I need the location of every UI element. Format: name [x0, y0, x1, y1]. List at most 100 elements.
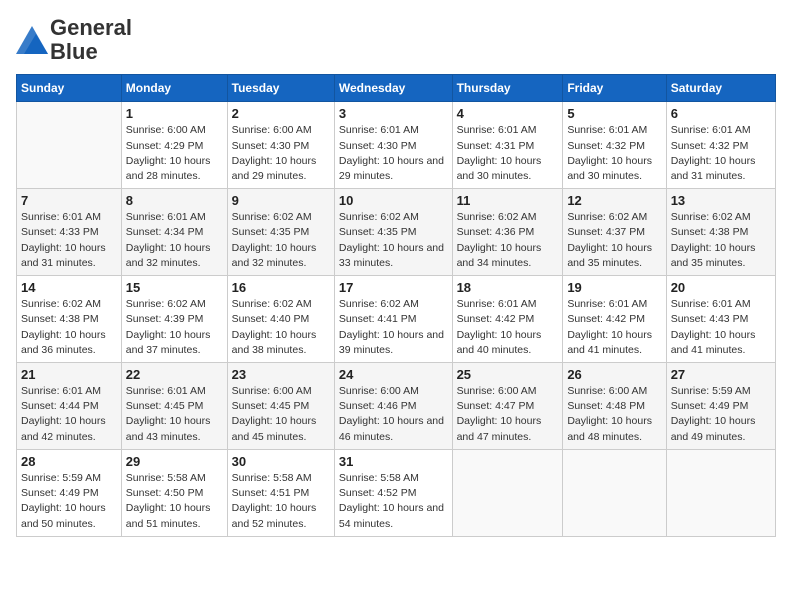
calendar-cell: 1Sunrise: 6:00 AMSunset: 4:29 PMDaylight… [121, 102, 227, 189]
calendar-cell: 29 Sunrise: 5:58 AMSunset: 4:50 PMDayligh… [121, 449, 227, 536]
logo: General Blue [16, 16, 132, 64]
calendar-cell: 21 Sunrise: 6:01 AMSunset: 4:44 PMDayligh… [17, 363, 122, 450]
header-thursday: Thursday [452, 75, 563, 102]
calendar-week-row: 14 Sunrise: 6:02 AMSunset: 4:38 PMDayligh… [17, 276, 776, 363]
calendar-cell: 3Sunrise: 6:01 AMSunset: 4:30 PMDaylight… [334, 102, 452, 189]
day-number: 8 [126, 193, 223, 208]
header-sunday: Sunday [17, 75, 122, 102]
page-header: General Blue [16, 16, 776, 64]
calendar-cell: 30 Sunrise: 5:58 AMSunset: 4:51 PMDayligh… [227, 449, 334, 536]
calendar-cell [452, 449, 563, 536]
calendar-cell: 10 Sunrise: 6:02 AMSunset: 4:35 PMDayligh… [334, 189, 452, 276]
day-info: Sunrise: 6:02 AMSunset: 4:35 PMDaylight:… [339, 210, 448, 271]
day-info: Sunrise: 6:01 AMSunset: 4:42 PMDaylight:… [457, 297, 559, 358]
calendar-cell: 19 Sunrise: 6:01 AMSunset: 4:42 PMDayligh… [563, 276, 666, 363]
day-number: 6 [671, 106, 771, 121]
calendar-cell [666, 449, 775, 536]
day-number: 17 [339, 280, 448, 295]
day-number: 13 [671, 193, 771, 208]
calendar-cell: 11 Sunrise: 6:02 AMSunset: 4:36 PMDayligh… [452, 189, 563, 276]
day-number: 22 [126, 367, 223, 382]
calendar-cell: 28 Sunrise: 5:59 AMSunset: 4:49 PMDayligh… [17, 449, 122, 536]
header-wednesday: Wednesday [334, 75, 452, 102]
day-info: Sunrise: 5:59 AMSunset: 4:49 PMDaylight:… [671, 384, 771, 445]
day-number: 30 [232, 454, 330, 469]
day-info: Sunrise: 6:02 AMSunset: 4:38 PMDaylight:… [21, 297, 117, 358]
calendar-cell: 7 Sunrise: 6:01 AMSunset: 4:33 PMDaylight… [17, 189, 122, 276]
day-number: 11 [457, 193, 559, 208]
calendar-cell: 8 Sunrise: 6:01 AMSunset: 4:34 PMDaylight… [121, 189, 227, 276]
day-number: 27 [671, 367, 771, 382]
calendar-cell: 18 Sunrise: 6:01 AMSunset: 4:42 PMDayligh… [452, 276, 563, 363]
calendar-week-row: 21 Sunrise: 6:01 AMSunset: 4:44 PMDayligh… [17, 363, 776, 450]
calendar-cell: 9 Sunrise: 6:02 AMSunset: 4:35 PMDaylight… [227, 189, 334, 276]
day-number: 10 [339, 193, 448, 208]
day-number: 25 [457, 367, 559, 382]
day-info: Sunrise: 5:58 AMSunset: 4:50 PMDaylight:… [126, 471, 223, 532]
calendar-header-row: SundayMondayTuesdayWednesdayThursdayFrid… [17, 75, 776, 102]
day-info: Sunrise: 6:02 AMSunset: 4:38 PMDaylight:… [671, 210, 771, 271]
day-info: Sunrise: 6:02 AMSunset: 4:35 PMDaylight:… [232, 210, 330, 271]
day-info: Sunrise: 6:01 AMSunset: 4:32 PMDaylight:… [567, 123, 661, 184]
calendar-cell: 12 Sunrise: 6:02 AMSunset: 4:37 PMDayligh… [563, 189, 666, 276]
day-number: 5 [567, 106, 661, 121]
calendar-cell: 14 Sunrise: 6:02 AMSunset: 4:38 PMDayligh… [17, 276, 122, 363]
logo-icon [16, 26, 48, 54]
day-info: Sunrise: 6:00 AMSunset: 4:48 PMDaylight:… [567, 384, 661, 445]
calendar-cell: 2 Sunrise: 6:00 AMSunset: 4:30 PMDaylight… [227, 102, 334, 189]
day-info: Sunrise: 6:01 AMSunset: 4:32 PMDaylight:… [671, 123, 771, 184]
calendar-week-row: 1Sunrise: 6:00 AMSunset: 4:29 PMDaylight… [17, 102, 776, 189]
calendar-week-row: 28 Sunrise: 5:59 AMSunset: 4:49 PMDayligh… [17, 449, 776, 536]
calendar-cell: 24 Sunrise: 6:00 AMSunset: 4:46 PMDayligh… [334, 363, 452, 450]
day-info: Sunrise: 6:01 AMSunset: 4:43 PMDaylight:… [671, 297, 771, 358]
day-number: 21 [21, 367, 117, 382]
calendar-table: SundayMondayTuesdayWednesdayThursdayFrid… [16, 74, 776, 536]
day-number: 1 [126, 106, 223, 121]
day-info: Sunrise: 6:00 AMSunset: 4:45 PMDaylight:… [232, 384, 330, 445]
calendar-cell: 20 Sunrise: 6:01 AMSunset: 4:43 PMDayligh… [666, 276, 775, 363]
day-number: 26 [567, 367, 661, 382]
day-info: Sunrise: 6:00 AMSunset: 4:47 PMDaylight:… [457, 384, 559, 445]
calendar-cell: 5 Sunrise: 6:01 AMSunset: 4:32 PMDaylight… [563, 102, 666, 189]
day-info: Sunrise: 6:01 AMSunset: 4:44 PMDaylight:… [21, 384, 117, 445]
day-info: Sunrise: 6:02 AMSunset: 4:39 PMDaylight:… [126, 297, 223, 358]
day-number: 9 [232, 193, 330, 208]
day-number: 31 [339, 454, 448, 469]
day-info: Sunrise: 6:02 AMSunset: 4:36 PMDaylight:… [457, 210, 559, 271]
day-info: Sunrise: 6:01 AMSunset: 4:30 PMDaylight:… [339, 123, 448, 184]
day-info: Sunrise: 6:01 AMSunset: 4:31 PMDaylight:… [457, 123, 559, 184]
day-number: 15 [126, 280, 223, 295]
day-info: Sunrise: 6:00 AMSunset: 4:30 PMDaylight:… [232, 123, 330, 184]
calendar-cell: 13 Sunrise: 6:02 AMSunset: 4:38 PMDayligh… [666, 189, 775, 276]
day-number: 14 [21, 280, 117, 295]
day-info: Sunrise: 6:00 AMSunset: 4:46 PMDaylight:… [339, 384, 448, 445]
day-number: 18 [457, 280, 559, 295]
day-info: Sunrise: 6:01 AMSunset: 4:33 PMDaylight:… [21, 210, 117, 271]
calendar-cell: 6 Sunrise: 6:01 AMSunset: 4:32 PMDaylight… [666, 102, 775, 189]
day-info: Sunrise: 6:01 AMSunset: 4:45 PMDaylight:… [126, 384, 223, 445]
calendar-cell: 26 Sunrise: 6:00 AMSunset: 4:48 PMDayligh… [563, 363, 666, 450]
day-info: Sunrise: 6:01 AMSunset: 4:34 PMDaylight:… [126, 210, 223, 271]
day-info: Sunrise: 5:58 AMSunset: 4:52 PMDaylight:… [339, 471, 448, 532]
header-friday: Friday [563, 75, 666, 102]
day-number: 19 [567, 280, 661, 295]
header-tuesday: Tuesday [227, 75, 334, 102]
day-number: 2 [232, 106, 330, 121]
day-info: Sunrise: 6:02 AMSunset: 4:37 PMDaylight:… [567, 210, 661, 271]
day-number: 16 [232, 280, 330, 295]
calendar-cell: 27 Sunrise: 5:59 AMSunset: 4:49 PMDayligh… [666, 363, 775, 450]
calendar-cell: 16 Sunrise: 6:02 AMSunset: 4:40 PMDayligh… [227, 276, 334, 363]
calendar-cell: 15 Sunrise: 6:02 AMSunset: 4:39 PMDayligh… [121, 276, 227, 363]
day-info: Sunrise: 5:59 AMSunset: 4:49 PMDaylight:… [21, 471, 117, 532]
header-saturday: Saturday [666, 75, 775, 102]
day-number: 20 [671, 280, 771, 295]
day-number: 7 [21, 193, 117, 208]
day-info: Sunrise: 6:01 AMSunset: 4:42 PMDaylight:… [567, 297, 661, 358]
day-number: 24 [339, 367, 448, 382]
calendar-cell: 17Sunrise: 6:02 AMSunset: 4:41 PMDayligh… [334, 276, 452, 363]
day-info: Sunrise: 6:02 AMSunset: 4:40 PMDaylight:… [232, 297, 330, 358]
day-number: 29 [126, 454, 223, 469]
day-info: Sunrise: 5:58 AMSunset: 4:51 PMDaylight:… [232, 471, 330, 532]
day-number: 28 [21, 454, 117, 469]
day-number: 12 [567, 193, 661, 208]
